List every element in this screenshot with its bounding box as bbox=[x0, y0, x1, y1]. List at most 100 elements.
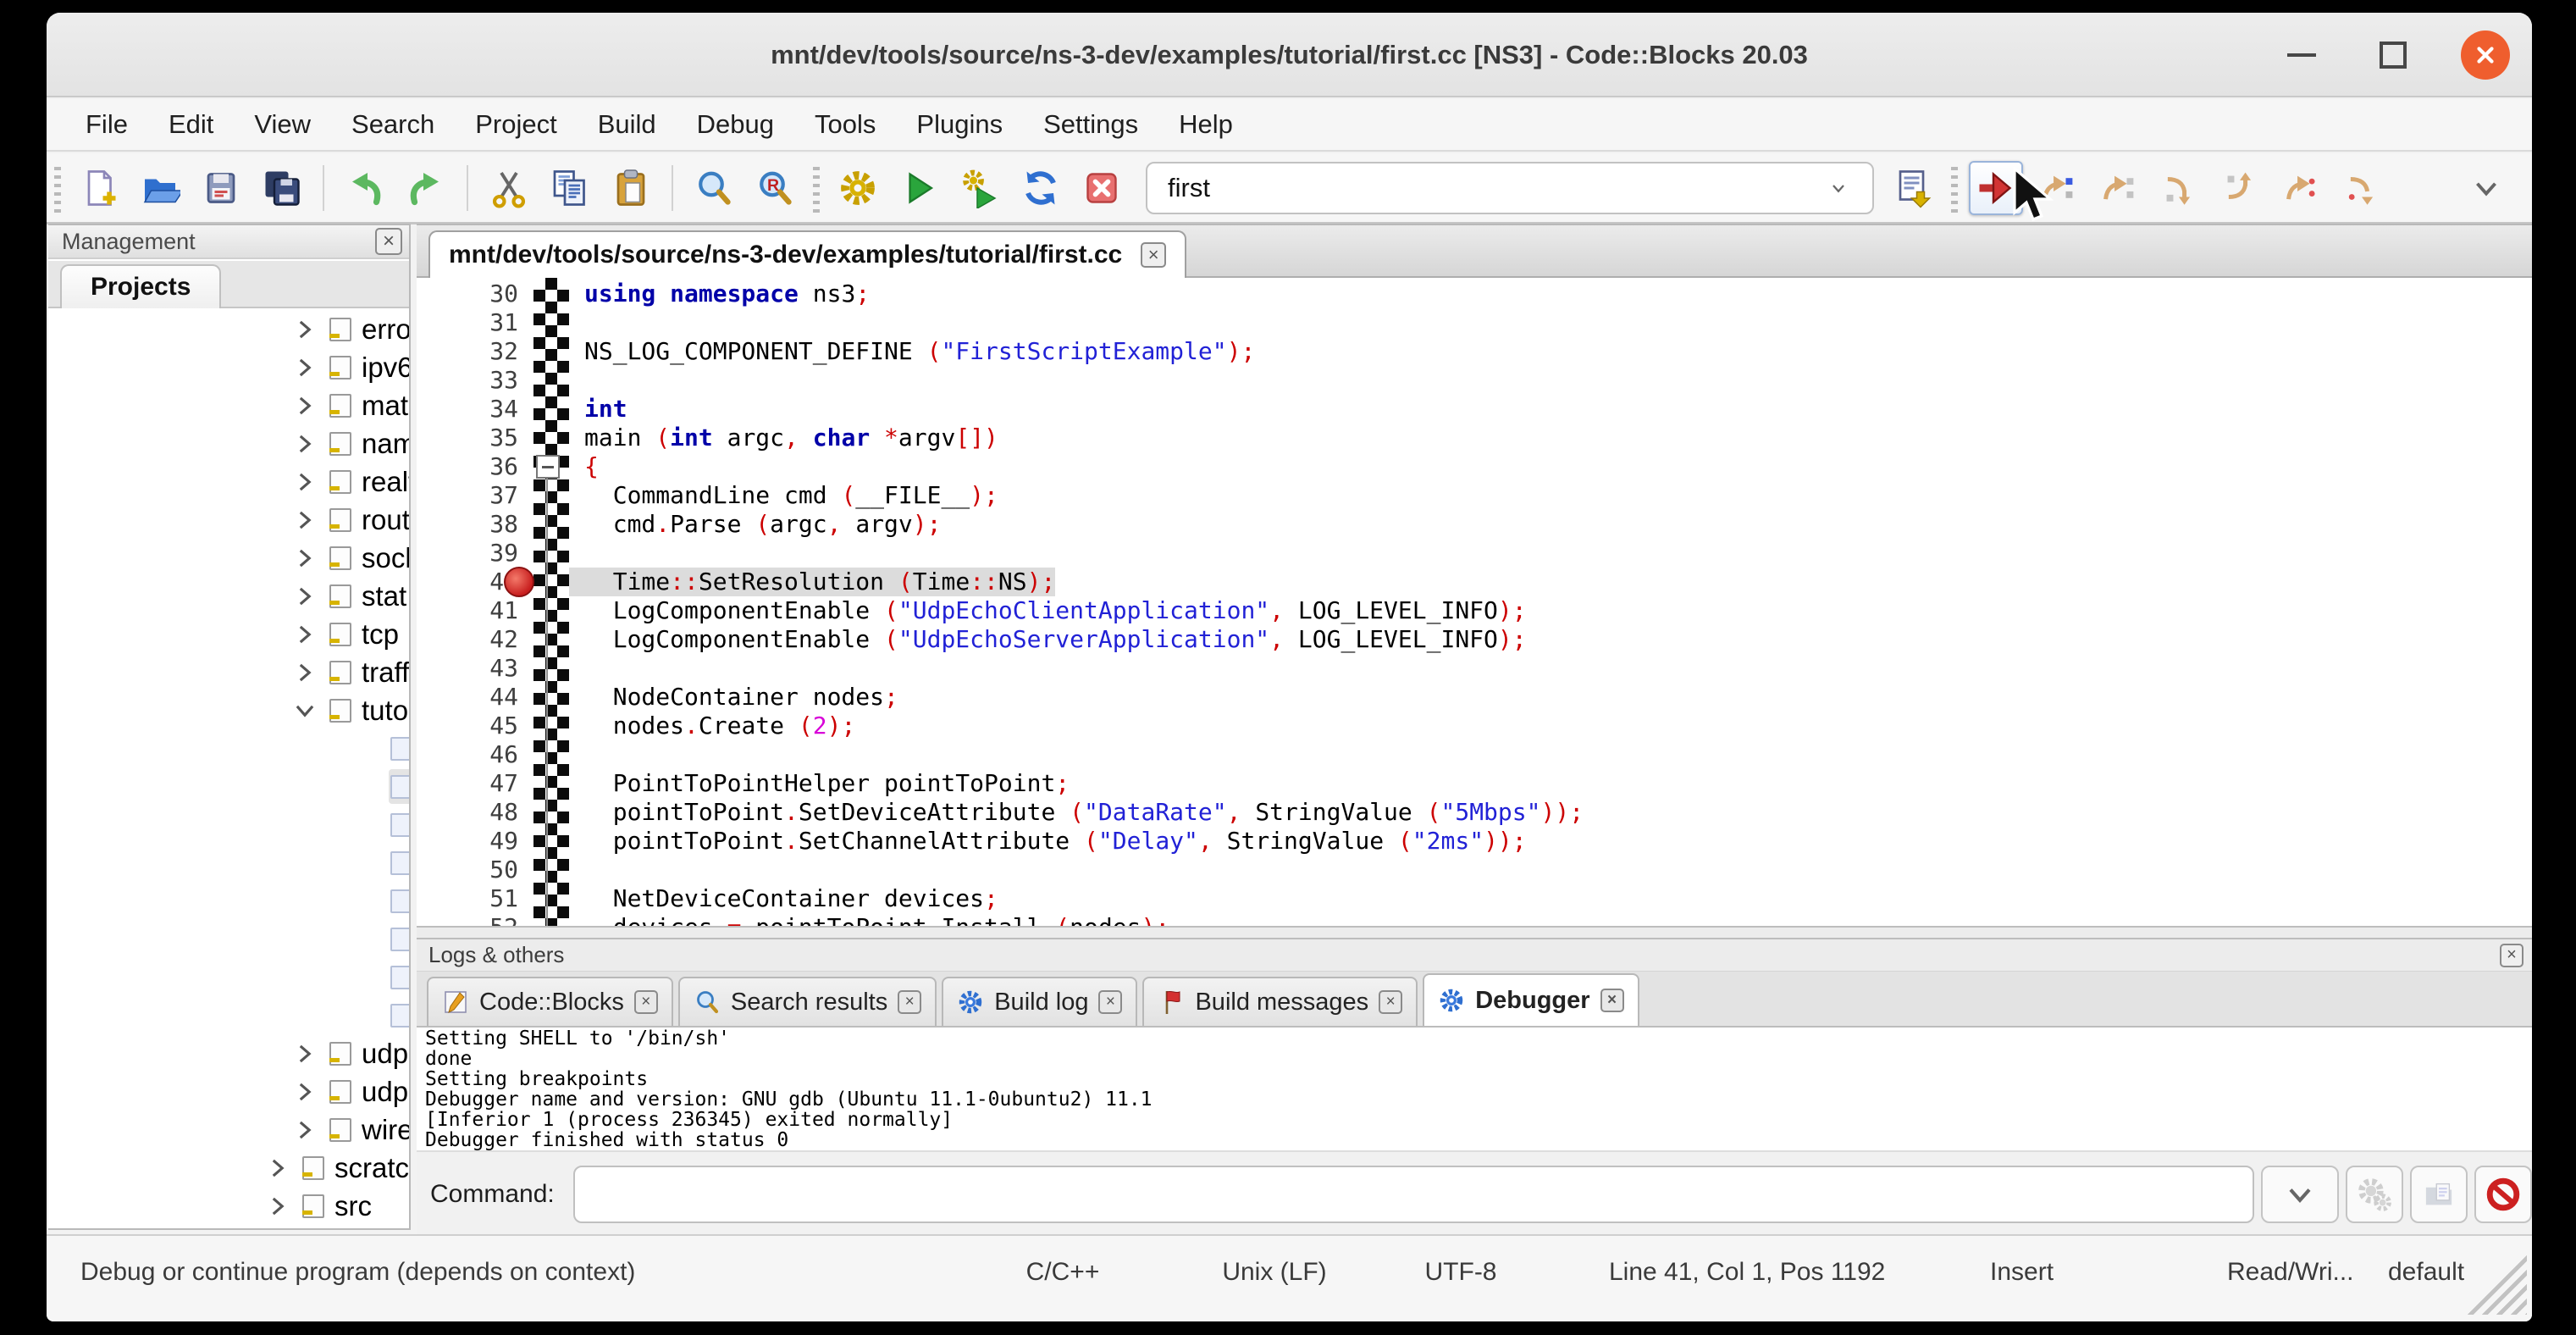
tree-item-src[interactable]: src bbox=[48, 1187, 409, 1225]
tree-item-fir[interactable]: fir bbox=[48, 767, 409, 806]
save-all-button[interactable] bbox=[255, 161, 309, 215]
log-tab-close-icon[interactable]: × bbox=[1379, 990, 1402, 1014]
editor-tab[interactable]: mnt/dev/tools/source/ns-3-dev/examples/t… bbox=[428, 230, 1186, 278]
editor-tab-close-icon[interactable]: × bbox=[1141, 242, 1166, 268]
code-editor[interactable]: 30using namespace ns3;3132NS_LOG_COMPONE… bbox=[417, 278, 2532, 926]
title-bar[interactable]: mnt/dev/tools/source/ns-3-dev/examples/t… bbox=[47, 13, 2532, 97]
line-number[interactable]: 50 bbox=[417, 856, 518, 884]
chevron-right-icon[interactable] bbox=[294, 1043, 316, 1065]
line-number[interactable]: 38 bbox=[417, 510, 518, 539]
code-line-38[interactable]: 38 cmd.Parse (argc, argv); bbox=[417, 510, 2532, 539]
copy-button[interactable] bbox=[543, 161, 597, 215]
abort-build-button[interactable] bbox=[1075, 161, 1129, 215]
build-button[interactable] bbox=[831, 161, 885, 215]
log-tab-close-icon[interactable]: × bbox=[898, 990, 921, 1014]
open-file-button[interactable] bbox=[133, 161, 187, 215]
tree-item-fo[interactable]: fo bbox=[48, 806, 409, 844]
line-number[interactable]: 35 bbox=[417, 424, 518, 452]
chevron-right-icon[interactable] bbox=[294, 1081, 316, 1103]
log-tab-build-messages[interactable]: Build messages× bbox=[1142, 977, 1418, 1026]
code-line-36[interactable]: 36{ bbox=[417, 452, 2532, 481]
chevron-right-icon[interactable] bbox=[267, 1157, 289, 1179]
line-number[interactable]: 34 bbox=[417, 395, 518, 424]
line-number[interactable]: 44 bbox=[417, 683, 518, 712]
log-tab-close-icon[interactable]: × bbox=[1600, 989, 1624, 1012]
replace-button[interactable]: R bbox=[748, 161, 802, 215]
copy-log-button[interactable] bbox=[2410, 1166, 2468, 1223]
code-line-47[interactable]: 47 PointToPointHelper pointToPoint; bbox=[417, 769, 2532, 798]
logs-close-icon[interactable]: × bbox=[2500, 944, 2523, 967]
line-number[interactable]: 52 bbox=[417, 913, 518, 926]
log-tab-code-blocks[interactable]: Code::Blocks× bbox=[427, 977, 673, 1026]
line-number[interactable]: 42 bbox=[417, 625, 518, 654]
line-number[interactable]: 46 bbox=[417, 740, 518, 769]
new-file-button[interactable] bbox=[72, 161, 126, 215]
code-line-49[interactable]: 49 pointToPoint.SetChannelAttribute ("De… bbox=[417, 827, 2532, 856]
line-number[interactable]: 37 bbox=[417, 481, 518, 510]
code-line-42[interactable]: 42 LogComponentEnable ("UdpEchoServerApp… bbox=[417, 625, 2532, 654]
tab-projects[interactable]: Projects bbox=[60, 264, 221, 308]
tree-item-th[interactable]: th bbox=[48, 996, 409, 1034]
line-number[interactable]: 43 bbox=[417, 654, 518, 683]
menu-plugins[interactable]: Plugins bbox=[896, 100, 1023, 149]
tree-item-realt[interactable]: realt bbox=[48, 463, 409, 501]
code-line-41[interactable]: 41 LogComponentEnable ("UdpEchoClientApp… bbox=[417, 596, 2532, 625]
resize-grip[interactable] bbox=[2464, 1252, 2527, 1315]
chevron-right-icon[interactable] bbox=[294, 623, 316, 645]
undo-button[interactable] bbox=[338, 161, 392, 215]
menu-search[interactable]: Search bbox=[331, 100, 455, 149]
log-tab-close-icon[interactable]: × bbox=[1098, 990, 1122, 1014]
code-line-50[interactable]: 50 bbox=[417, 856, 2532, 884]
step-out-button[interactable] bbox=[2213, 161, 2267, 215]
code-line-51[interactable]: 51 NetDeviceContainer devices; bbox=[417, 884, 2532, 913]
code-line-39[interactable]: 39 bbox=[417, 539, 2532, 568]
build-target-combo[interactable]: first bbox=[1146, 162, 1874, 214]
code-line-48[interactable]: 48 pointToPoint.SetDeviceAttribute ("Dat… bbox=[417, 798, 2532, 827]
tree-item-he[interactable]: he bbox=[48, 844, 409, 882]
code-line-34[interactable]: 34int bbox=[417, 395, 2532, 424]
line-number[interactable]: 41 bbox=[417, 596, 518, 625]
chevron-right-icon[interactable] bbox=[267, 1195, 289, 1217]
tree-item-scratch[interactable]: scratch bbox=[48, 1149, 409, 1187]
tree-item-fif[interactable]: fif bbox=[48, 729, 409, 767]
tree-item-se[interactable]: se bbox=[48, 920, 409, 958]
management-close-icon[interactable]: × bbox=[375, 228, 402, 255]
clear-log-button[interactable] bbox=[2474, 1166, 2532, 1223]
line-number[interactable]: 47 bbox=[417, 769, 518, 798]
toolbar-grip[interactable] bbox=[54, 163, 61, 213]
toolbar-grip[interactable] bbox=[813, 163, 820, 213]
line-number[interactable]: 48 bbox=[417, 798, 518, 827]
line-number[interactable]: 30 bbox=[417, 280, 518, 308]
redo-button[interactable] bbox=[399, 161, 453, 215]
chevron-down-button[interactable] bbox=[2459, 161, 2513, 215]
cut-button[interactable] bbox=[482, 161, 536, 215]
step-into-instruction-button[interactable] bbox=[2335, 161, 2389, 215]
menu-file[interactable]: File bbox=[65, 100, 148, 149]
line-number[interactable]: 40 bbox=[417, 568, 518, 596]
run-button[interactable] bbox=[892, 161, 946, 215]
chevron-down-icon[interactable] bbox=[294, 700, 316, 722]
chevron-right-icon[interactable] bbox=[294, 509, 316, 531]
line-number[interactable]: 33 bbox=[417, 366, 518, 395]
code-line-37[interactable]: 37 CommandLine cmd (__FILE__); bbox=[417, 481, 2532, 510]
log-tab-search-results[interactable]: Search results× bbox=[678, 977, 937, 1026]
close-button[interactable] bbox=[2461, 30, 2510, 80]
code-line-52[interactable]: 52 devices = pointToPoint.Install (nodes… bbox=[417, 913, 2532, 926]
line-number[interactable]: 45 bbox=[417, 712, 518, 740]
menu-project[interactable]: Project bbox=[455, 100, 577, 149]
code-line-31[interactable]: 31 bbox=[417, 308, 2532, 337]
tree-item-stat[interactable]: stat bbox=[48, 577, 409, 615]
chevron-right-icon[interactable] bbox=[294, 547, 316, 569]
line-number[interactable]: 49 bbox=[417, 827, 518, 856]
find-button[interactable] bbox=[687, 161, 741, 215]
build-target-options-button[interactable] bbox=[1886, 161, 1940, 215]
line-number[interactable]: 31 bbox=[417, 308, 518, 337]
tree-item-tuto[interactable]: tuto bbox=[48, 691, 409, 729]
code-line-40[interactable]: 40 Time::SetResolution (Time::NS); bbox=[417, 568, 2532, 596]
debugger-settings-button[interactable] bbox=[2346, 1166, 2403, 1223]
chevron-right-icon[interactable] bbox=[294, 471, 316, 493]
tree-item-erro[interactable]: erro bbox=[48, 310, 409, 348]
chevron-right-icon[interactable] bbox=[294, 585, 316, 607]
menu-help[interactable]: Help bbox=[1158, 100, 1253, 149]
code-line-46[interactable]: 46 bbox=[417, 740, 2532, 769]
